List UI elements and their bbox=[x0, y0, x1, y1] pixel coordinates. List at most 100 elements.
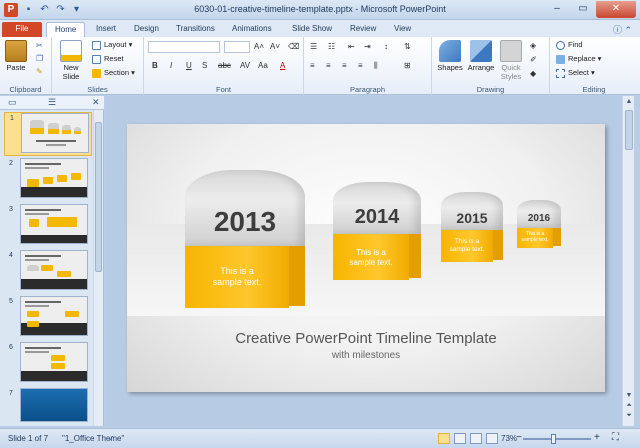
scroll-up-icon[interactable]: ▲ bbox=[623, 98, 635, 105]
reset-button[interactable]: Reset bbox=[92, 54, 124, 64]
align-center-icon[interactable]: ≡ bbox=[326, 61, 331, 70]
decrease-indent-icon[interactable]: ⇤ bbox=[348, 42, 355, 51]
italic-icon[interactable]: I bbox=[170, 61, 172, 70]
numbering-icon[interactable]: ☷ bbox=[328, 42, 335, 51]
section-button[interactable]: Section ▾ bbox=[92, 68, 135, 78]
slide-show-view-button[interactable] bbox=[486, 433, 498, 444]
shapes-button[interactable]: Shapes bbox=[436, 40, 464, 72]
font-color-icon[interactable]: A bbox=[280, 61, 285, 70]
spell-check-icon[interactable]: ✓ bbox=[108, 434, 115, 443]
zoom-out-icon[interactable]: − bbox=[516, 432, 522, 443]
smartart-icon[interactable]: ⊞ bbox=[404, 61, 411, 70]
shape-effects-icon[interactable]: ◆ bbox=[530, 69, 536, 78]
layout-button[interactable]: Layout ▾ bbox=[92, 40, 132, 50]
underline-icon[interactable]: U bbox=[186, 61, 192, 70]
tab-view[interactable]: View bbox=[386, 22, 419, 37]
clear-format-icon[interactable]: ⌫ bbox=[288, 42, 299, 51]
columns-icon[interactable]: ⫼ bbox=[374, 61, 378, 71]
line-spacing-icon[interactable]: ↕ bbox=[384, 42, 388, 51]
align-right-icon[interactable]: ≡ bbox=[342, 61, 347, 70]
cut-icon[interactable]: ✂ bbox=[36, 41, 43, 50]
slides-group-label: Slides bbox=[87, 85, 108, 94]
shape-fill-icon[interactable]: ◈ bbox=[530, 41, 536, 50]
help-icon[interactable]: ⓘ ⌃ bbox=[613, 23, 632, 36]
maximize-button[interactable]: ▭ bbox=[570, 1, 596, 18]
tab-review[interactable]: Review bbox=[342, 22, 384, 37]
group-drawing: Shapes Arrange Quick Styles ◈ ✐ ◆ Drawin… bbox=[432, 37, 550, 95]
increase-indent-icon[interactable]: ⇥ bbox=[364, 42, 371, 51]
tab-transitions[interactable]: Transitions bbox=[168, 22, 223, 37]
select-button[interactable]: Select ▾ bbox=[556, 68, 595, 78]
slide-thumbnail-5[interactable]: 5 bbox=[0, 296, 96, 340]
slide-thumbnail-1[interactable]: 1 bbox=[4, 112, 92, 156]
bullets-icon[interactable]: ☰ bbox=[310, 42, 317, 51]
select-icon bbox=[556, 68, 565, 78]
slide-title[interactable]: Creative PowerPoint Timeline Template bbox=[127, 330, 605, 347]
font-name-combo[interactable] bbox=[148, 41, 220, 53]
milestone-2013[interactable]: 2013 This is a sample text. bbox=[185, 170, 305, 308]
grow-font-icon[interactable]: A˄ bbox=[254, 42, 264, 51]
paste-button[interactable]: Paste bbox=[4, 40, 28, 72]
slide-number: 6 bbox=[9, 344, 13, 351]
milestone-text: This is a sample text. bbox=[441, 238, 493, 254]
shrink-font-icon[interactable]: A˅ bbox=[270, 42, 280, 51]
slides-tab-icon[interactable]: ▭ bbox=[8, 97, 17, 108]
slide-sorter-view-button[interactable] bbox=[454, 433, 466, 444]
scroll-down-icon[interactable]: ▼ bbox=[623, 392, 635, 399]
next-slide-icon[interactable]: ⏷ bbox=[623, 412, 635, 420]
fit-to-window-icon[interactable]: ⛶ bbox=[612, 432, 619, 443]
zoom-level[interactable]: 73% bbox=[501, 434, 517, 443]
normal-view-button[interactable] bbox=[438, 433, 450, 444]
milestone-2014[interactable]: 2014 This is a sample text. bbox=[333, 182, 421, 282]
replace-button[interactable]: Replace ▾ bbox=[556, 54, 601, 64]
tab-insert[interactable]: Insert bbox=[88, 22, 124, 37]
font-size-combo[interactable] bbox=[224, 41, 250, 53]
reading-view-button[interactable] bbox=[470, 433, 482, 444]
slide-canvas[interactable]: 2013 This is a sample text. 2014 This is… bbox=[127, 124, 605, 392]
copy-icon[interactable]: ❐ bbox=[36, 54, 43, 63]
change-case-icon[interactable]: Aa bbox=[258, 61, 268, 70]
slide-vertical-scrollbar[interactable]: ▲ ▼ ⏶ ⏷ bbox=[622, 96, 634, 426]
zoom-slider[interactable] bbox=[523, 438, 591, 440]
close-button[interactable]: ✕ bbox=[596, 1, 636, 18]
milestone-2015[interactable]: 2015 This is a sample text. bbox=[441, 192, 503, 262]
format-painter-icon[interactable]: ✎ bbox=[36, 67, 43, 76]
justify-icon[interactable]: ≡ bbox=[358, 61, 363, 70]
tab-home[interactable]: Home bbox=[46, 22, 86, 37]
zoom-slider-knob[interactable] bbox=[551, 434, 556, 444]
tab-file[interactable]: File bbox=[2, 22, 42, 37]
bold-icon[interactable]: B bbox=[152, 61, 158, 70]
outline-tab-icon[interactable]: ☰ bbox=[48, 97, 56, 108]
slides-pane-scrollbar[interactable] bbox=[93, 110, 103, 426]
previous-slide-icon[interactable]: ⏶ bbox=[623, 402, 635, 410]
close-pane-icon[interactable]: ✕ bbox=[92, 97, 100, 108]
quick-styles-button[interactable]: Quick Styles bbox=[498, 40, 524, 81]
zoom-in-icon[interactable]: + bbox=[594, 432, 600, 443]
milestone-2016[interactable]: 2016 This is a sample text. bbox=[517, 200, 561, 248]
tab-animations[interactable]: Animations bbox=[224, 22, 280, 37]
slide-number: 5 bbox=[9, 298, 13, 305]
scrollbar-thumb[interactable] bbox=[95, 122, 102, 272]
paragraph-group-label: Paragraph bbox=[349, 85, 386, 94]
shadow-icon[interactable]: S bbox=[202, 61, 207, 70]
tab-slide-show[interactable]: Slide Show bbox=[284, 22, 340, 37]
scrollbar-thumb[interactable] bbox=[625, 110, 633, 150]
shape-outline-icon[interactable]: ✐ bbox=[530, 55, 537, 64]
text-direction-icon[interactable]: ⇅ bbox=[404, 42, 411, 51]
char-spacing-icon[interactable]: AV bbox=[240, 61, 250, 70]
arrange-button[interactable]: Arrange bbox=[466, 40, 496, 72]
tab-design[interactable]: Design bbox=[126, 22, 167, 37]
align-left-icon[interactable]: ≡ bbox=[310, 61, 315, 70]
group-slides: New Slide Layout ▾ Reset Section ▾ Slide… bbox=[52, 37, 144, 95]
slide-subtitle[interactable]: with milestones bbox=[127, 350, 605, 361]
new-slide-button[interactable]: New Slide bbox=[56, 40, 86, 81]
slide-thumbnail-4[interactable]: 4 bbox=[0, 250, 96, 294]
minimize-button[interactable]: – bbox=[544, 1, 570, 18]
strikethrough-icon[interactable]: abc bbox=[218, 61, 231, 70]
find-button[interactable]: Find bbox=[556, 40, 583, 50]
slide-thumbnail-6[interactable]: 6 bbox=[0, 342, 96, 386]
slide-thumbnail-7[interactable]: 7 bbox=[0, 388, 96, 432]
clipboard-group-label: Clipboard bbox=[9, 85, 42, 94]
slide-thumbnail-2[interactable]: 2 bbox=[0, 158, 96, 202]
slide-thumbnail-3[interactable]: 3 bbox=[0, 204, 96, 248]
